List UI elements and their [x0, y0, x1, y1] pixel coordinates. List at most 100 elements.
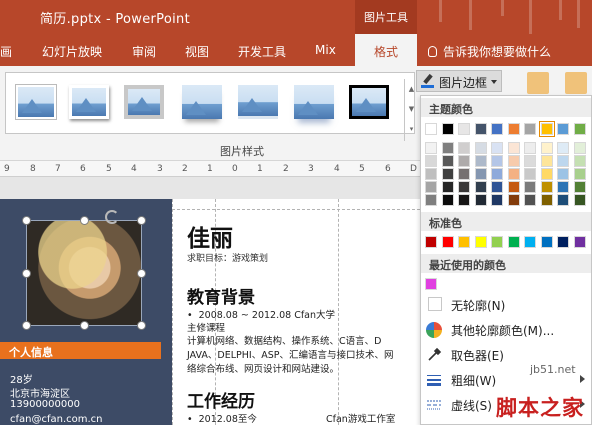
- theme-shade-swatch[interactable]: [540, 155, 553, 167]
- theme-color-swatch[interactable]: [573, 123, 586, 135]
- theme-shade-swatch[interactable]: [491, 168, 503, 180]
- resize-handle[interactable]: [22, 269, 31, 278]
- theme-shade-swatch[interactable]: [491, 194, 503, 206]
- picture-style-3[interactable]: [124, 85, 164, 119]
- theme-shade-swatch[interactable]: [507, 168, 520, 180]
- theme-shade-swatch[interactable]: [524, 155, 536, 167]
- theme-color-swatch[interactable]: [441, 123, 454, 135]
- theme-shade-swatch[interactable]: [557, 142, 569, 154]
- picture-border-button[interactable]: 图片边框: [416, 70, 502, 92]
- theme-shade-swatch[interactable]: [573, 155, 586, 167]
- standard-color-swatch[interactable]: [425, 236, 437, 248]
- theme-color-swatch[interactable]: [458, 123, 470, 135]
- theme-shade-swatch[interactable]: [557, 194, 569, 206]
- resize-handle[interactable]: [80, 321, 89, 330]
- standard-color-swatch[interactable]: [540, 236, 553, 248]
- theme-shade-swatch[interactable]: [474, 194, 487, 206]
- resize-handle[interactable]: [137, 269, 146, 278]
- theme-shade-swatch[interactable]: [441, 194, 454, 206]
- theme-shade-swatch[interactable]: [507, 155, 520, 167]
- theme-shade-swatch[interactable]: [507, 194, 520, 206]
- recent-color-swatch[interactable]: [425, 278, 437, 290]
- slide-canvas[interactable]: 个人信息 28岁 北京市海淀区 13900000000 cfan@cfan.co…: [0, 199, 420, 425]
- theme-shade-swatch[interactable]: [425, 194, 437, 206]
- theme-color-swatch[interactable]: [425, 123, 437, 135]
- theme-shade-swatch[interactable]: [573, 168, 586, 180]
- tab-mix[interactable]: Mix: [315, 34, 336, 66]
- theme-shade-swatch[interactable]: [540, 181, 553, 193]
- theme-shade-swatch[interactable]: [441, 181, 454, 193]
- theme-shade-swatch[interactable]: [425, 181, 437, 193]
- standard-color-swatch[interactable]: [458, 236, 470, 248]
- theme-shade-swatch[interactable]: [425, 168, 437, 180]
- picture-style-7[interactable]: [349, 85, 389, 119]
- tell-me-box[interactable]: 告诉我你想要做什么: [428, 43, 551, 60]
- theme-shade-swatch[interactable]: [474, 181, 487, 193]
- tab-view[interactable]: 视图: [185, 34, 209, 66]
- tab-draw[interactable]: 画: [0, 34, 12, 66]
- more-outline-colors-item[interactable]: 其他轮廓颜色(M)...: [421, 318, 591, 342]
- rotate-handle-icon[interactable]: [105, 210, 119, 224]
- no-outline-item[interactable]: 无轮廓(N): [421, 293, 591, 317]
- theme-shade-swatch[interactable]: [540, 142, 553, 154]
- theme-shade-swatch[interactable]: [524, 142, 536, 154]
- picture-style-4[interactable]: [182, 85, 222, 119]
- theme-shade-swatch[interactable]: [557, 168, 569, 180]
- theme-shade-swatch[interactable]: [507, 142, 520, 154]
- tab-developer[interactable]: 开发工具: [238, 34, 286, 66]
- theme-color-swatch[interactable]: [524, 123, 536, 135]
- standard-color-swatch[interactable]: [507, 236, 520, 248]
- theme-color-swatch[interactable]: [491, 123, 503, 135]
- theme-shade-swatch[interactable]: [425, 142, 437, 154]
- resize-handle[interactable]: [137, 321, 146, 330]
- ribbon-button-icon[interactable]: [565, 72, 587, 94]
- theme-shade-swatch[interactable]: [441, 168, 454, 180]
- theme-shade-swatch[interactable]: [474, 155, 487, 167]
- theme-shade-swatch[interactable]: [458, 142, 470, 154]
- tab-slide-show[interactable]: 幻灯片放映: [42, 34, 102, 66]
- theme-shade-swatch[interactable]: [458, 181, 470, 193]
- picture-style-2[interactable]: [69, 85, 109, 119]
- tab-format[interactable]: 格式: [355, 34, 417, 66]
- theme-color-swatch[interactable]: [474, 123, 487, 135]
- picture-style-1[interactable]: [16, 85, 56, 119]
- theme-shade-swatch[interactable]: [458, 168, 470, 180]
- standard-color-swatch[interactable]: [524, 236, 536, 248]
- theme-shade-swatch[interactable]: [557, 181, 569, 193]
- theme-shade-swatch[interactable]: [524, 194, 536, 206]
- theme-shade-swatch[interactable]: [524, 181, 536, 193]
- gallery-scroll-down-icon[interactable]: ▼: [405, 99, 418, 119]
- theme-shade-swatch[interactable]: [491, 155, 503, 167]
- theme-shade-swatch[interactable]: [425, 155, 437, 167]
- theme-shade-swatch[interactable]: [540, 194, 553, 206]
- resize-handle[interactable]: [22, 216, 31, 225]
- resize-handle[interactable]: [80, 216, 89, 225]
- standard-color-swatch[interactable]: [491, 236, 503, 248]
- picture-style-6[interactable]: [294, 85, 334, 119]
- standard-color-swatch[interactable]: [474, 236, 487, 248]
- theme-shade-swatch[interactable]: [474, 168, 487, 180]
- theme-shade-swatch[interactable]: [573, 194, 586, 206]
- theme-shade-swatch[interactable]: [557, 155, 569, 167]
- standard-color-swatch[interactable]: [573, 236, 586, 248]
- theme-shade-swatch[interactable]: [441, 155, 454, 167]
- theme-shade-swatch[interactable]: [573, 181, 586, 193]
- theme-shade-swatch[interactable]: [507, 181, 520, 193]
- theme-shade-swatch[interactable]: [573, 142, 586, 154]
- resize-handle[interactable]: [137, 216, 146, 225]
- gallery-expand-icon[interactable]: ▾: [405, 119, 418, 139]
- resize-handle[interactable]: [22, 321, 31, 330]
- theme-shade-swatch[interactable]: [458, 155, 470, 167]
- theme-color-swatch[interactable]: [507, 123, 520, 135]
- standard-color-swatch[interactable]: [557, 236, 569, 248]
- ribbon-button-icon[interactable]: [527, 72, 549, 94]
- tab-review[interactable]: 审阅: [132, 34, 156, 66]
- picture-style-5[interactable]: [238, 85, 278, 119]
- theme-shade-swatch[interactable]: [474, 142, 487, 154]
- theme-color-swatch[interactable]: [557, 123, 569, 135]
- theme-shade-swatch[interactable]: [441, 142, 454, 154]
- theme-shade-swatch[interactable]: [491, 142, 503, 154]
- theme-color-swatch[interactable]: [538, 121, 555, 137]
- standard-color-swatch[interactable]: [441, 236, 454, 248]
- theme-shade-swatch[interactable]: [491, 181, 503, 193]
